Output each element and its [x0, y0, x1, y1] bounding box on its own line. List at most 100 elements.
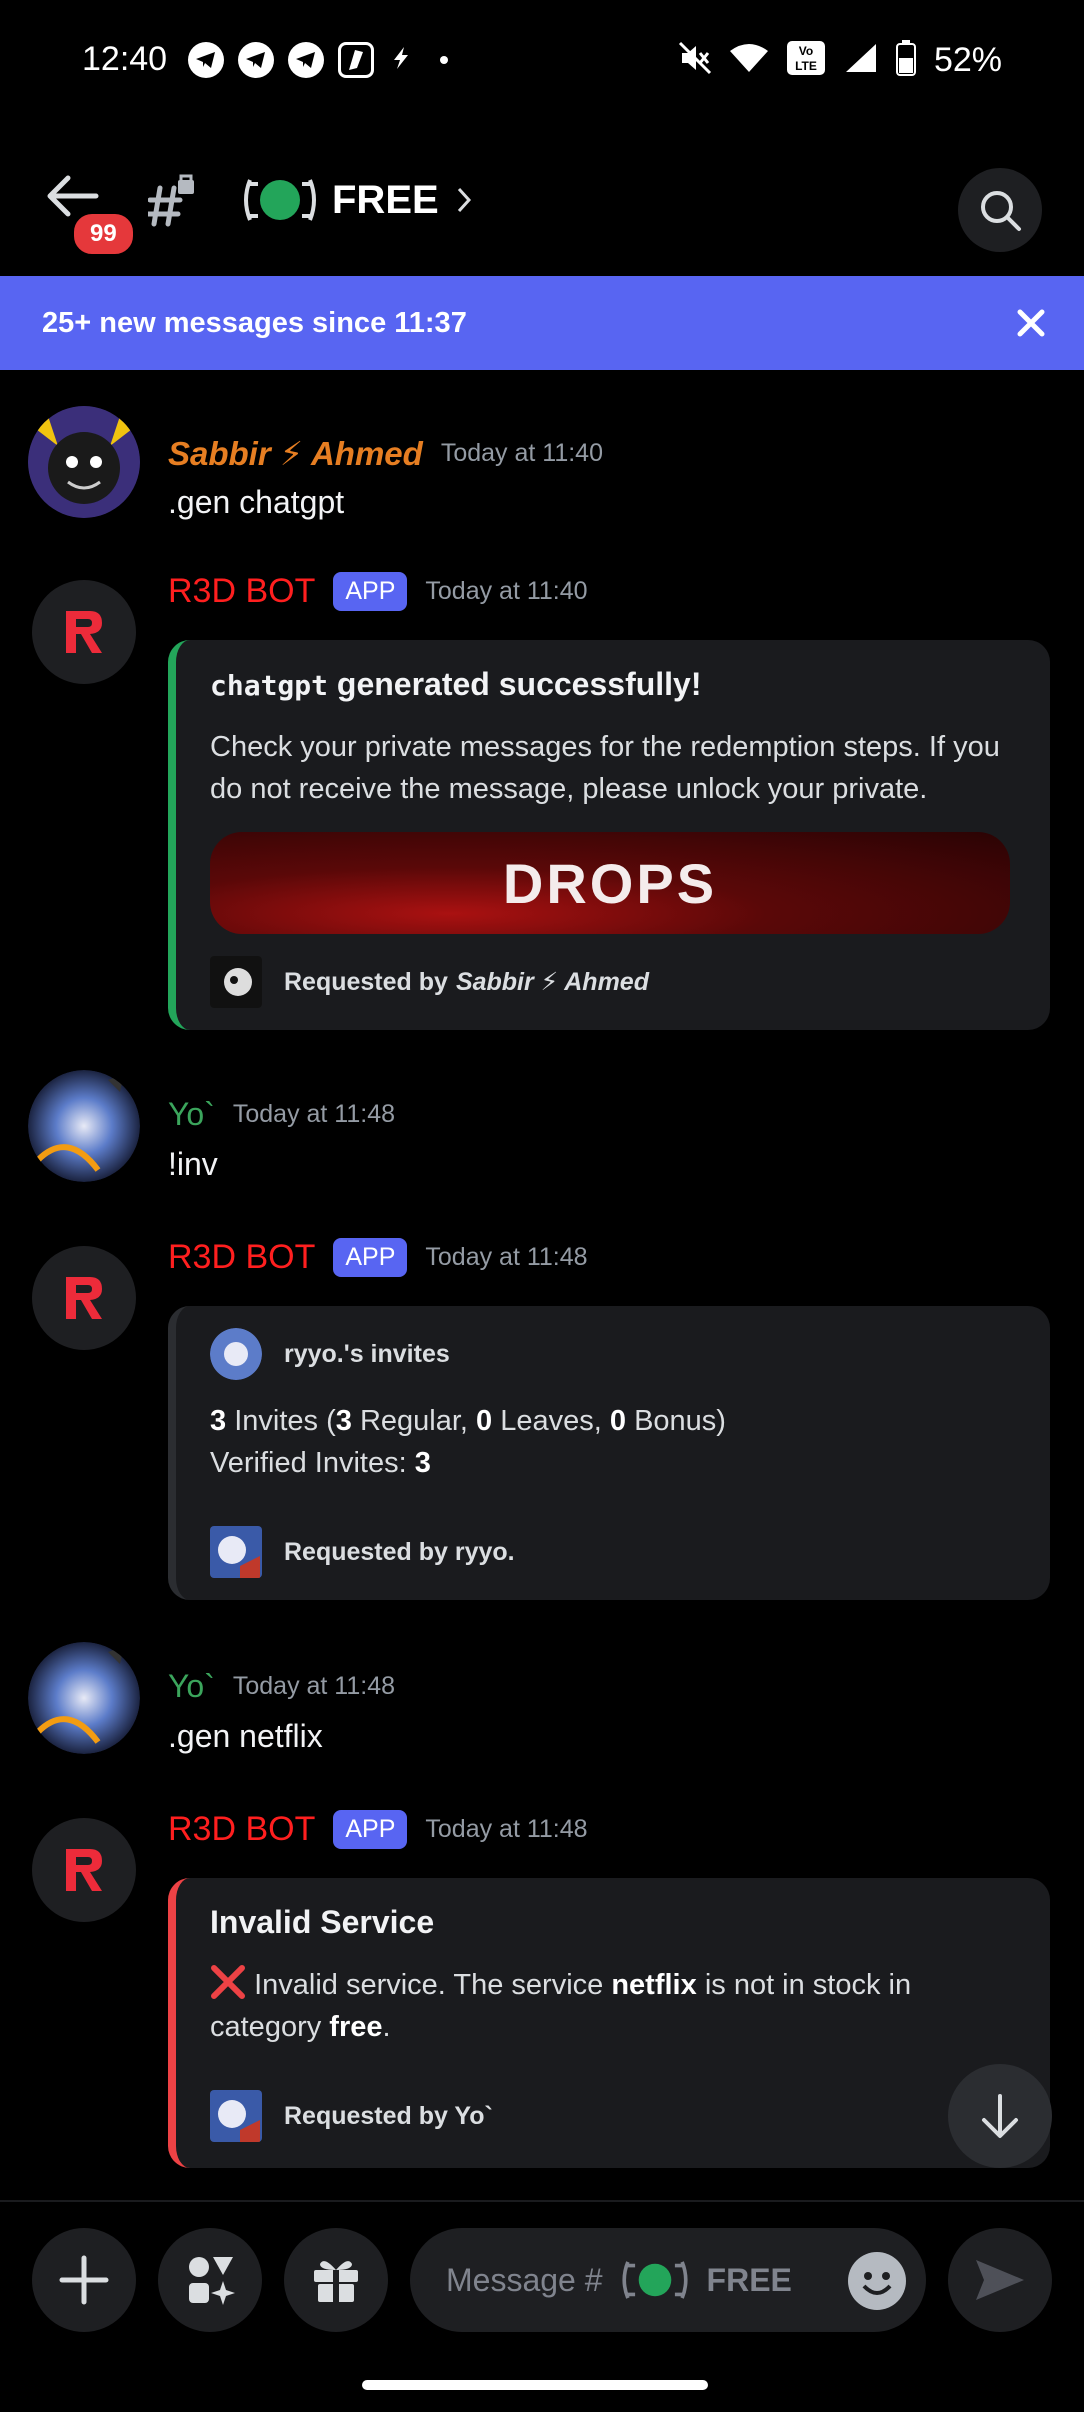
search-button[interactable] [958, 168, 1042, 252]
channel-title[interactable]: FREE [238, 176, 475, 224]
search-icon [981, 191, 1021, 231]
timestamp: Today at 11:48 [425, 1243, 588, 1271]
message-text: .gen chatgpt [168, 484, 345, 520]
embed-title: Invalid Service [210, 1904, 435, 1940]
gift-icon [314, 2261, 358, 2302]
footer-name: Sabbir ⚡ Ahmed [455, 968, 649, 996]
channel-name: FREE [332, 177, 439, 222]
author-name[interactable]: Yo` [168, 1096, 215, 1133]
input-channel: FREE [706, 2261, 792, 2298]
input-placeholder: Message # [446, 2261, 603, 2298]
embed-title-code: chatgpt [210, 669, 329, 702]
author-name[interactable]: R3D BOT [168, 1238, 315, 1277]
drops-image-text: DROPS [502, 851, 718, 915]
author-name[interactable]: Yo` [168, 1668, 215, 1705]
banner-text: 25+ new messages since 11:37 [42, 306, 467, 339]
chevron-right-icon [457, 187, 471, 213]
locked-channel-icon [145, 174, 196, 228]
author-name[interactable]: R3D BOT [168, 1810, 315, 1849]
telegram-icon [238, 42, 274, 78]
wifi-icon [729, 43, 768, 78]
bolt-icon [388, 45, 414, 76]
add-attachment-button[interactable] [32, 2228, 136, 2332]
timestamp: Today at 11:40 [440, 439, 603, 467]
message: Yo` Today at 11:48 !inv [0, 1070, 1084, 1200]
footer-prefix: Requested by [284, 967, 448, 996]
status-right: Vo LTE 52% [678, 40, 1002, 81]
avatar[interactable] [28, 1070, 140, 1182]
new-messages-banner[interactable]: 25+ new messages since 11:37 [0, 276, 1084, 370]
app-tag: APP [333, 572, 408, 611]
smiley-icon [862, 2272, 892, 2295]
more-notifications-dot [440, 56, 448, 64]
bot-avatar[interactable] [32, 580, 136, 684]
drops-banner-image[interactable]: DROPS [210, 832, 1010, 934]
gift-button[interactable] [284, 2228, 388, 2332]
app-icon [338, 42, 374, 78]
timestamp: Today at 11:40 [425, 577, 588, 605]
app-tag: APP [333, 1238, 408, 1277]
embed-footer: Requested by Yo` [210, 2090, 493, 2142]
message: Yo` Today at 11:48 .gen netflix [0, 1642, 1084, 1772]
r3d-logo-icon [66, 1277, 102, 1319]
bot-avatar[interactable] [32, 1246, 136, 1350]
send-icon [976, 2260, 1024, 2300]
mute-icon [678, 41, 712, 80]
author-name[interactable]: R3D BOT [168, 572, 315, 611]
embed-author: ryyo.'s invites [210, 1328, 450, 1380]
channel-header: 99 FREE [0, 140, 1084, 260]
green-circle-icon [244, 179, 316, 221]
apps-button[interactable] [158, 2228, 262, 2332]
send-button[interactable] [948, 2228, 1052, 2332]
embed-description: Check your private messages for the rede… [210, 731, 1000, 805]
message-input[interactable]: Message # FREE [410, 2228, 926, 2332]
message: R3D BOT APP Today at 11:48 ryyo.'s invit… [0, 1238, 1084, 1608]
telegram-icon [288, 42, 324, 78]
telegram-icon [188, 42, 224, 78]
volte-icon: Vo LTE [786, 40, 826, 81]
bot-avatar[interactable] [32, 1818, 136, 1922]
embed-title: chatgpt generated successfully! [210, 666, 702, 703]
svg-text:Vo: Vo [799, 44, 813, 58]
embed-card: ryyo.'s invites 3 Invites (3 Regular, 0 … [168, 1306, 1050, 1600]
embed-description: Invalid service. The service netflix is … [210, 1964, 1030, 2048]
message: R3D BOT APP Today at 11:48 Invalid Servi… [0, 1810, 1084, 2170]
message-text: .gen netflix [168, 1718, 323, 1754]
footer-text: Requested by Yo` [284, 2101, 493, 2130]
r3d-logo-icon [66, 611, 102, 653]
battery-icon [895, 40, 916, 81]
emoji-button[interactable] [848, 2252, 906, 2310]
footer-avatar [210, 956, 262, 1008]
footer-avatar [210, 1526, 262, 1578]
jump-to-bottom-button[interactable] [948, 2064, 1052, 2168]
message-text: !inv [168, 1146, 218, 1182]
notification-icons [188, 42, 448, 78]
home-indicator[interactable] [362, 2380, 708, 2390]
avatar[interactable] [28, 406, 140, 518]
embed-author-name: ryyo.'s invites [284, 1339, 450, 1368]
embed-title-text: generated successfully! [336, 666, 702, 702]
author-name[interactable]: Sabbir ⚡ Ahmed [168, 434, 423, 473]
svg-text:LTE: LTE [795, 59, 817, 73]
app-tag: APP [333, 1810, 408, 1849]
cross-mark-icon [211, 1965, 245, 1999]
message: R3D BOT APP Today at 11:40 chatgpt gener… [0, 572, 1084, 1032]
footer-text: Requested by ryyo. [284, 1537, 515, 1566]
embed-card: Invalid Service Invalid service. The ser… [168, 1878, 1050, 2168]
embed-description: 3 Invites (3 Regular, 0 Leaves, 0 Bonus)… [210, 1405, 726, 1479]
timestamp: Today at 11:48 [232, 1100, 396, 1128]
embed-footer: Requested by ryyo. [210, 1526, 515, 1578]
status-time: 12:40 [82, 40, 168, 78]
timestamp: Today at 11:48 [232, 1672, 396, 1700]
embed-footer: Requested by Sabbir ⚡ Ahmed [210, 956, 649, 1008]
arrow-down-icon [982, 2094, 1018, 2138]
apps-icon [189, 2257, 235, 2305]
r3d-logo-icon [66, 1849, 102, 1891]
footer-avatar [210, 2090, 262, 2142]
close-icon[interactable] [1012, 304, 1050, 342]
timestamp: Today at 11:48 [425, 1815, 588, 1843]
message: Sabbir ⚡ Ahmed Today at 11:40 .gen chatg… [0, 406, 1084, 536]
unread-badge: 99 [70, 210, 137, 258]
avatar[interactable] [28, 1642, 140, 1754]
embed-author-avatar [210, 1328, 262, 1380]
